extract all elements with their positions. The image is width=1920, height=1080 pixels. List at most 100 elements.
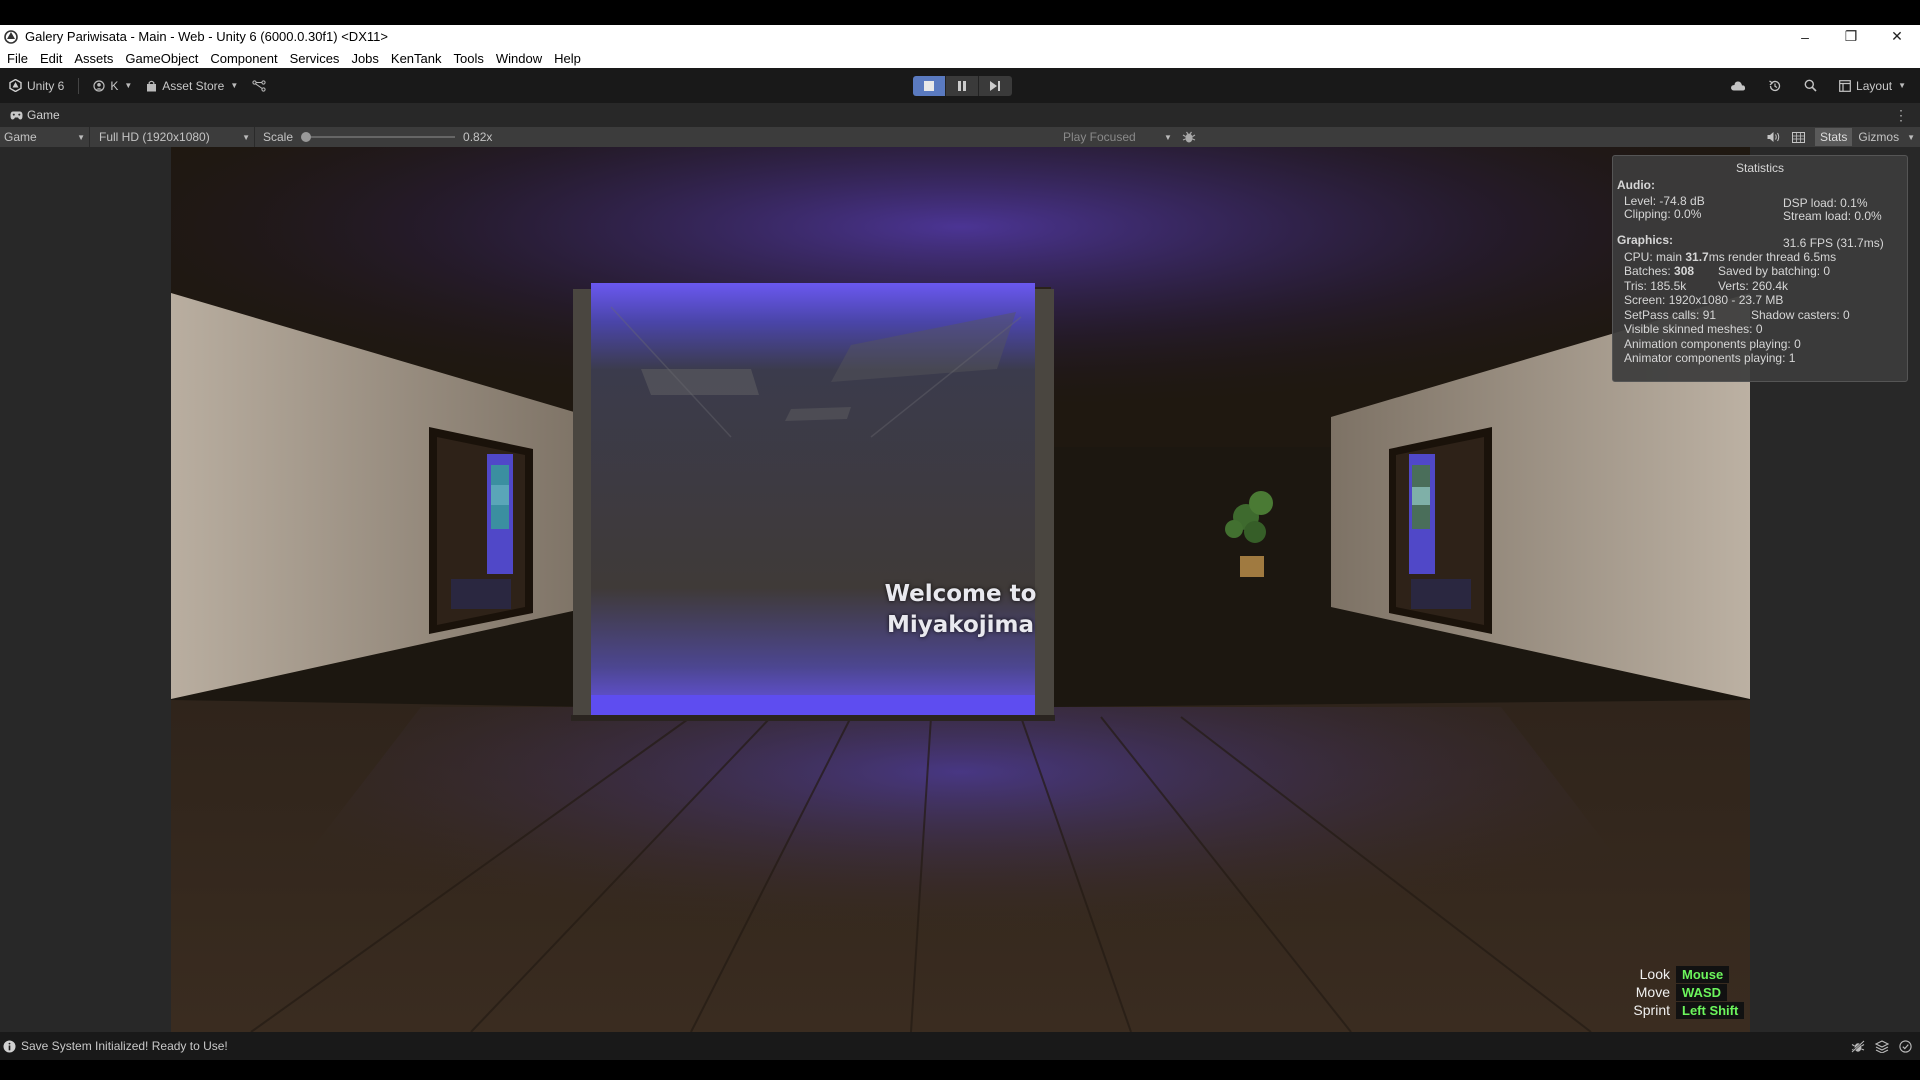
scale-slider-handle[interactable] xyxy=(301,132,312,142)
statistics-title: Statistics xyxy=(1735,161,1784,175)
aspect-grid-icon[interactable] xyxy=(1792,131,1806,143)
welcome-line-1: Welcome to xyxy=(884,581,1037,607)
pause-icon xyxy=(958,81,966,91)
account-label: K xyxy=(110,78,119,93)
chevron-down-icon: ▼ xyxy=(77,132,85,142)
asset-store-dropdown[interactable]: Asset Store ▼ xyxy=(146,79,238,93)
cpu-suffix: ms render thread 6.5ms xyxy=(1708,250,1837,264)
top-black-strip xyxy=(0,0,1920,25)
play-mode-label: Play Focused xyxy=(1063,130,1136,144)
chevron-down-icon: ▼ xyxy=(124,81,133,90)
bug-icon[interactable] xyxy=(1182,130,1196,144)
minimize-button[interactable]: – xyxy=(1782,25,1828,48)
fps-value: 31.6 FPS (31.7ms) xyxy=(1783,236,1884,250)
welcome-line-2: Miyakojima xyxy=(886,612,1035,638)
control-label: Look xyxy=(1639,966,1670,982)
unity-label: Unity 6 xyxy=(27,78,65,93)
stats-toggle-button[interactable]: Stats xyxy=(1815,128,1853,146)
main-toolbar: Unity 6 K ▼ Asset Store ▼ Layout ▼ xyxy=(0,68,1920,103)
undo-history-button[interactable] xyxy=(1768,79,1782,93)
more-options-icon[interactable]: ⋮ xyxy=(1894,107,1908,124)
verts-count: Verts: 260.4k xyxy=(1718,279,1789,293)
account-icon xyxy=(93,79,105,92)
menu-jobs[interactable]: Jobs xyxy=(351,51,378,66)
gizmos-button[interactable]: Gizmos xyxy=(1858,130,1899,144)
play-mode-dropdown[interactable]: Play Focused ▼ xyxy=(1063,127,1196,147)
menu-help[interactable]: Help xyxy=(554,51,581,66)
saved-by-batching: Saved by batching: 0 xyxy=(1718,264,1831,278)
status-message[interactable]: Save System Initialized! Ready to Use! xyxy=(21,1039,228,1053)
search-button[interactable] xyxy=(1804,79,1817,92)
restore-button[interactable]: ❐ xyxy=(1828,25,1874,48)
step-button[interactable] xyxy=(979,76,1012,96)
toolbar-divider xyxy=(78,77,80,94)
tab-row: Game ⋮ xyxy=(0,103,1920,127)
asset-store-label: Asset Store xyxy=(162,78,225,93)
layout-dropdown[interactable]: Layout ▼ xyxy=(1839,79,1906,93)
status-bar: Save System Initialized! Ready to Use! xyxy=(0,1032,1920,1060)
animation-components: Animation components playing: 0 xyxy=(1624,337,1801,351)
unity-logo-icon xyxy=(9,79,22,92)
cpu-prefix: CPU: main xyxy=(1624,250,1686,264)
control-key: Left Shift xyxy=(1676,1001,1745,1019)
close-button[interactable]: ✕ xyxy=(1874,25,1920,48)
game-viewport[interactable]: Welcome to Miyakojima Statistics Audio: … xyxy=(0,147,1920,1032)
check-circle-icon[interactable] xyxy=(1899,1039,1912,1053)
statistics-panel: Statistics Audio: Level: -74.8 dB DSP lo… xyxy=(1612,155,1908,382)
shopping-bag-icon xyxy=(147,80,157,91)
menu-file[interactable]: File xyxy=(7,51,28,66)
info-icon xyxy=(3,1040,16,1052)
audio-level: Level: -74.8 dB xyxy=(1624,194,1705,208)
menu-kentank[interactable]: KenTank xyxy=(391,51,442,66)
menu-component[interactable]: Component xyxy=(210,51,277,66)
menu-window[interactable]: Window xyxy=(496,51,542,66)
control-row-move: Move WASD xyxy=(1612,983,1744,1001)
batches-prefix: Batches: xyxy=(1624,264,1675,278)
tab-game[interactable]: Game xyxy=(0,108,60,122)
scale-slider[interactable] xyxy=(301,132,456,142)
control-label: Sprint xyxy=(1633,1002,1670,1018)
audio-mute-icon[interactable] xyxy=(1767,131,1780,143)
menu-edit[interactable]: Edit xyxy=(40,51,62,66)
display-label: Game xyxy=(4,130,37,144)
version-control-button[interactable] xyxy=(252,79,271,92)
welcome-sign: Welcome to Miyakojima xyxy=(171,579,1750,641)
game-scene[interactable]: Welcome to Miyakojima xyxy=(171,147,1750,1032)
account-dropdown[interactable]: K ▼ xyxy=(93,79,132,93)
layers-icon[interactable] xyxy=(1875,1039,1889,1053)
resolution-dropdown[interactable]: Full HD (1920x1080) ▼ xyxy=(90,127,255,147)
display-dropdown[interactable]: Game ▼ xyxy=(0,127,90,147)
gizmos-chevron-icon[interactable]: ▼ xyxy=(1907,133,1915,142)
step-forward-icon xyxy=(990,81,1000,91)
play-button[interactable] xyxy=(913,76,946,96)
control-key: Mouse xyxy=(1676,965,1730,983)
bottom-black-strip xyxy=(0,1060,1920,1080)
version-control-icon xyxy=(252,79,266,92)
layout-icon xyxy=(1839,79,1851,92)
controls-legend: Look Mouse Move WASD Sprint Left Shift xyxy=(1612,965,1745,1019)
menu-assets[interactable]: Assets xyxy=(74,51,113,66)
gamepad-icon xyxy=(10,111,23,119)
unity-menu-button[interactable]: Unity 6 xyxy=(9,79,64,93)
setpass-calls: SetPass calls: 91 xyxy=(1624,308,1717,322)
tab-game-label: Game xyxy=(27,108,60,122)
menu-tools[interactable]: Tools xyxy=(454,51,484,66)
history-icon xyxy=(1769,79,1781,91)
menu-bar: File Edit Assets GameObject Component Se… xyxy=(0,48,1920,68)
debug-icon[interactable] xyxy=(1851,1039,1865,1053)
control-row-sprint: Sprint Left Shift xyxy=(1612,1001,1745,1019)
search-icon xyxy=(1804,79,1817,92)
unity-app-icon xyxy=(4,29,18,44)
scale-label: Scale xyxy=(263,130,294,144)
skinned-meshes: Visible skinned meshes: 0 xyxy=(1624,322,1763,336)
dsp-load: DSP load: 0.1% xyxy=(1783,196,1868,210)
animator-components: Animator components playing: 1 xyxy=(1624,351,1796,365)
audio-header: Audio: xyxy=(1617,178,1655,192)
cloud-button[interactable] xyxy=(1730,80,1746,91)
audio-clipping: Clipping: 0.0% xyxy=(1624,207,1702,221)
game-view-toolbar: Game ▼ Full HD (1920x1080) ▼ Scale 0.82x… xyxy=(0,127,1920,147)
cpu-line: CPU: main 31.7ms render thread 6.5ms xyxy=(1624,250,1836,264)
menu-gameobject[interactable]: GameObject xyxy=(125,51,198,66)
menu-services[interactable]: Services xyxy=(290,51,340,66)
pause-button[interactable] xyxy=(946,76,979,96)
